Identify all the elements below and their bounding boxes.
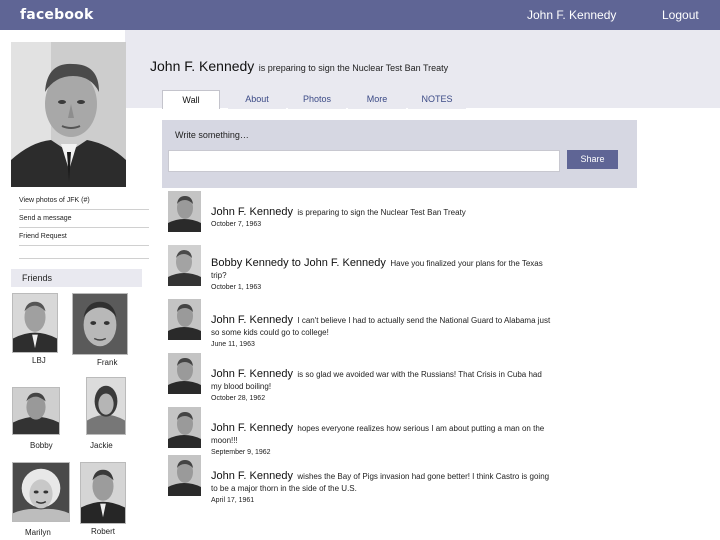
friend-photo xyxy=(12,387,60,435)
friend-tile-jackie[interactable]: Jackie xyxy=(86,377,144,450)
profile-status: John F. Kennedy is preparing to sign the… xyxy=(150,58,448,76)
friend-name[interactable]: Jackie xyxy=(90,441,113,450)
post-date[interactable]: October 7, 1963 xyxy=(211,220,551,230)
friends-section-title: Friends xyxy=(11,269,142,287)
divider xyxy=(19,227,149,228)
post-body: John F. Kennedy wishes the Bay of Pigs i… xyxy=(211,470,551,506)
post-author[interactable]: Bobby Kennedy to John F. Kennedy xyxy=(211,257,386,269)
post-author[interactable]: John F. Kennedy xyxy=(211,368,293,380)
profile-photo[interactable] xyxy=(11,42,126,187)
view-photos-link[interactable]: View photos of JFK (#) xyxy=(19,197,90,204)
divider xyxy=(19,245,149,246)
post-author[interactable]: John F. Kennedy xyxy=(211,470,293,482)
profile-link[interactable]: John F. Kennedy xyxy=(527,8,616,22)
send-message-link[interactable]: Send a message xyxy=(19,215,72,222)
post-avatar[interactable] xyxy=(168,191,201,232)
friend-tile-frank[interactable]: Frank xyxy=(72,293,130,367)
friend-request-link[interactable]: Friend Request xyxy=(19,233,67,240)
friend-photo xyxy=(12,293,58,353)
post-date[interactable]: September 9, 1962 xyxy=(211,448,551,458)
friend-tile-lbj[interactable]: LBJ xyxy=(12,293,70,365)
composer-prompt: Write something… xyxy=(175,130,249,140)
friend-name[interactable]: LBJ xyxy=(32,356,46,365)
friend-name[interactable]: Bobby xyxy=(30,441,53,450)
post-body: Bobby Kennedy to John F. Kennedy Have yo… xyxy=(211,257,551,293)
post-text: is preparing to sign the Nuclear Test Ba… xyxy=(297,208,466,217)
top-navigation-bar: facebook John F. Kennedy Logout xyxy=(0,0,720,30)
facebook-logo[interactable]: facebook xyxy=(20,7,94,23)
friend-name[interactable]: Robert xyxy=(91,527,115,536)
status-text: is preparing to sign the Nuclear Test Ba… xyxy=(258,63,449,73)
tab-wall[interactable]: Wall xyxy=(162,90,220,109)
friend-photo xyxy=(80,462,126,524)
post-date[interactable]: June 11, 1963 xyxy=(211,340,551,350)
composer-input[interactable] xyxy=(168,150,560,172)
tab-more[interactable]: More xyxy=(348,90,406,109)
post-body: John F. Kennedy hopes everyone realizes … xyxy=(211,422,551,458)
logout-link[interactable]: Logout xyxy=(662,8,699,22)
tab-notes[interactable]: NOTES xyxy=(408,90,466,109)
share-button[interactable]: Share xyxy=(567,150,618,169)
divider xyxy=(19,258,149,259)
post-author[interactable]: John F. Kennedy xyxy=(211,314,293,326)
post-date[interactable]: April 17, 1961 xyxy=(211,496,551,506)
post-body: John F. Kennedy I can't believe I had to… xyxy=(211,314,551,350)
friend-tile-marilyn[interactable]: Marilyn xyxy=(12,462,70,537)
friend-photo xyxy=(12,462,70,522)
post-author[interactable]: John F. Kennedy xyxy=(211,422,293,434)
divider xyxy=(19,209,149,210)
friend-tile-bobby[interactable]: Bobby xyxy=(12,387,70,450)
post-author[interactable]: John F. Kennedy xyxy=(211,206,293,218)
post-avatar[interactable] xyxy=(168,407,201,448)
portrait-image xyxy=(11,42,126,187)
post-avatar[interactable] xyxy=(168,299,201,340)
post-body: John F. Kennedy is preparing to sign the… xyxy=(211,206,551,230)
post-date[interactable]: October 28, 1962 xyxy=(211,394,551,404)
friend-name[interactable]: Marilyn xyxy=(25,528,51,537)
post-avatar[interactable] xyxy=(168,353,201,394)
friend-photo xyxy=(86,377,126,435)
friend-name[interactable]: Frank xyxy=(97,358,117,367)
profile-name[interactable]: John F. Kennedy xyxy=(150,58,254,74)
tab-about[interactable]: About xyxy=(228,90,286,109)
post-date[interactable]: October 1, 1963 xyxy=(211,283,551,293)
post-avatar[interactable] xyxy=(168,455,201,496)
post-avatar[interactable] xyxy=(168,245,201,286)
tab-photos[interactable]: Photos xyxy=(288,90,346,109)
friend-tile-robert[interactable]: Robert xyxy=(80,462,138,536)
wall-composer: Write something… Share xyxy=(162,120,637,188)
post-body: John F. Kennedy is so glad we avoided wa… xyxy=(211,368,551,404)
friend-photo xyxy=(72,293,128,355)
